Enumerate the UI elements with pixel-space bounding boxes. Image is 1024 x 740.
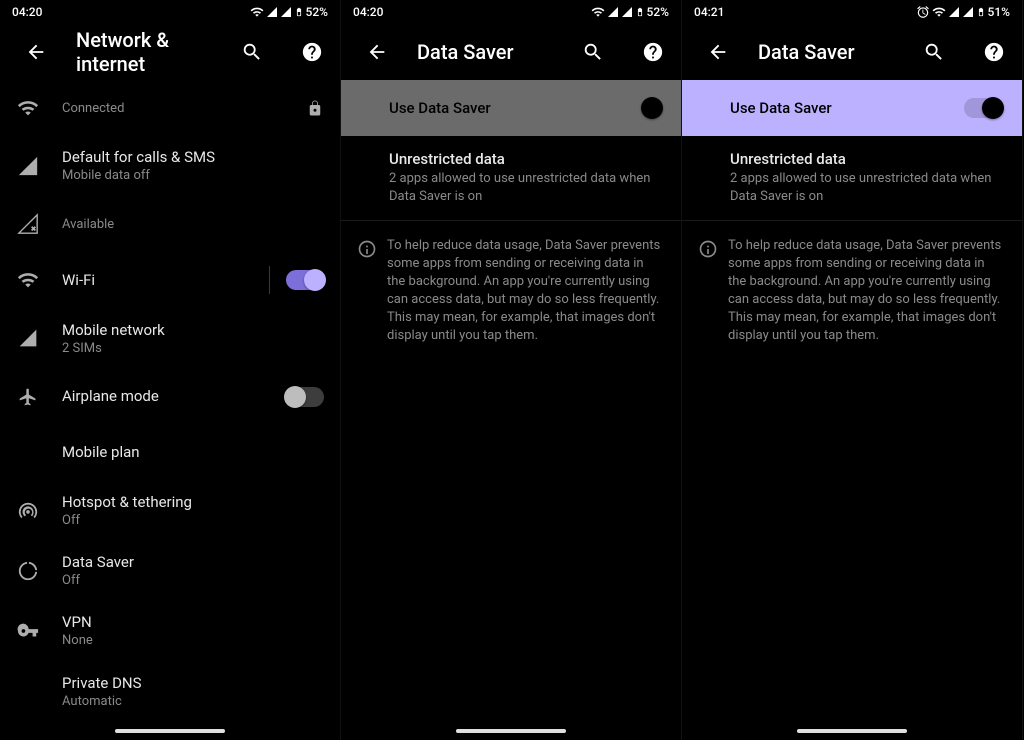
info-icon [698,239,718,259]
page-title: Data Saver [417,40,553,64]
hotspot-icon [16,499,40,523]
signal-icon [16,326,40,350]
status-battery: 52% [647,5,669,19]
status-icons: 52% [250,5,328,19]
status-icons: 51% [916,5,1010,19]
hotspot-item[interactable]: Hotspot & tetheringOff [0,481,340,541]
page-title: Data Saver [758,40,894,64]
status-time: 04:21 [694,5,724,19]
unrestricted-data-item[interactable]: Unrestricted data 2 apps allowed to use … [682,136,1022,220]
blank-icon [16,441,40,465]
info-text: To help reduce data usage, Data Saver pr… [387,237,661,345]
panel-data-saver-on: 04:21 51% Data Saver Use Data Saver Unre… [682,0,1023,740]
datasaver-icon [16,559,40,583]
blank-icon [16,680,40,704]
vpn-icon [16,619,40,643]
status-bar: 04:20 52% [341,0,681,24]
sim-available-item[interactable]: Available [0,196,340,252]
data-saver-toggle[interactable] [623,98,661,118]
master-switch-label: Use Data Saver [389,99,623,117]
airplane-mode-item[interactable]: Airplane mode [0,369,340,425]
info-icon [357,239,377,259]
wifi-item[interactable]: Wi-Fi [0,252,340,308]
master-switch[interactable]: Use Data Saver [341,80,681,136]
help-button[interactable] [292,32,332,72]
app-bar: Network & internet [0,24,340,80]
panel-network-internet: 04:20 52% Network & internet Connected D… [0,0,341,740]
gesture-nav-bar[interactable] [341,722,681,740]
search-button[interactable] [573,32,613,72]
data-saver-item[interactable]: Data SaverOff [0,541,340,601]
mobile-plan-item[interactable]: Mobile plan [0,425,340,481]
sim-default-item[interactable]: Default for calls & SMSMobile data off [0,136,340,196]
back-button[interactable] [16,32,56,72]
data-saver-toggle[interactable] [964,98,1002,118]
info-footer: To help reduce data usage, Data Saver pr… [682,220,1022,361]
divider [269,266,270,294]
gesture-nav-bar[interactable] [682,722,1022,740]
search-button[interactable] [914,32,954,72]
status-bar: 04:20 52% [0,0,340,24]
signal-off-outline-icon [16,212,40,236]
wifi-icon [16,268,40,292]
status-time: 04:20 [12,5,42,19]
master-switch[interactable]: Use Data Saver [682,80,1022,136]
status-time: 04:20 [353,5,383,19]
wifi-toggle[interactable] [286,270,324,290]
settings-list[interactable]: Connected Default for calls & SMSMobile … [0,80,340,722]
status-battery: 52% [306,5,328,19]
mobile-network-item[interactable]: Mobile network2 SIMs [0,308,340,368]
private-dns-item[interactable]: Private DNSAutomatic [0,662,340,722]
gesture-nav-bar[interactable] [0,722,340,740]
master-switch-label: Use Data Saver [730,99,964,117]
back-button[interactable] [698,32,738,72]
status-battery: 51% [988,5,1010,19]
wifi-strong-icon [16,96,40,120]
unrestricted-data-item[interactable]: Unrestricted data 2 apps allowed to use … [341,136,681,220]
help-button[interactable] [633,32,673,72]
alarm-icon [916,5,930,19]
airplane-toggle[interactable] [286,387,324,407]
airplane-icon [16,385,40,409]
search-button[interactable] [232,32,272,72]
help-button[interactable] [974,32,1014,72]
wifi-network-item[interactable]: Connected [0,80,340,136]
back-button[interactable] [357,32,397,72]
info-text: To help reduce data usage, Data Saver pr… [728,237,1002,345]
status-icons: 52% [591,5,669,19]
page-title: Network & internet [76,28,212,76]
status-bar: 04:21 51% [682,0,1022,24]
lock-icon [306,99,324,117]
info-footer: To help reduce data usage, Data Saver pr… [341,220,681,361]
app-bar: Data Saver [341,24,681,80]
signal-off-icon [16,154,40,178]
vpn-item[interactable]: VPNNone [0,601,340,661]
panel-data-saver-off: 04:20 52% Data Saver Use Data Saver Unre… [341,0,682,740]
app-bar: Data Saver [682,24,1022,80]
